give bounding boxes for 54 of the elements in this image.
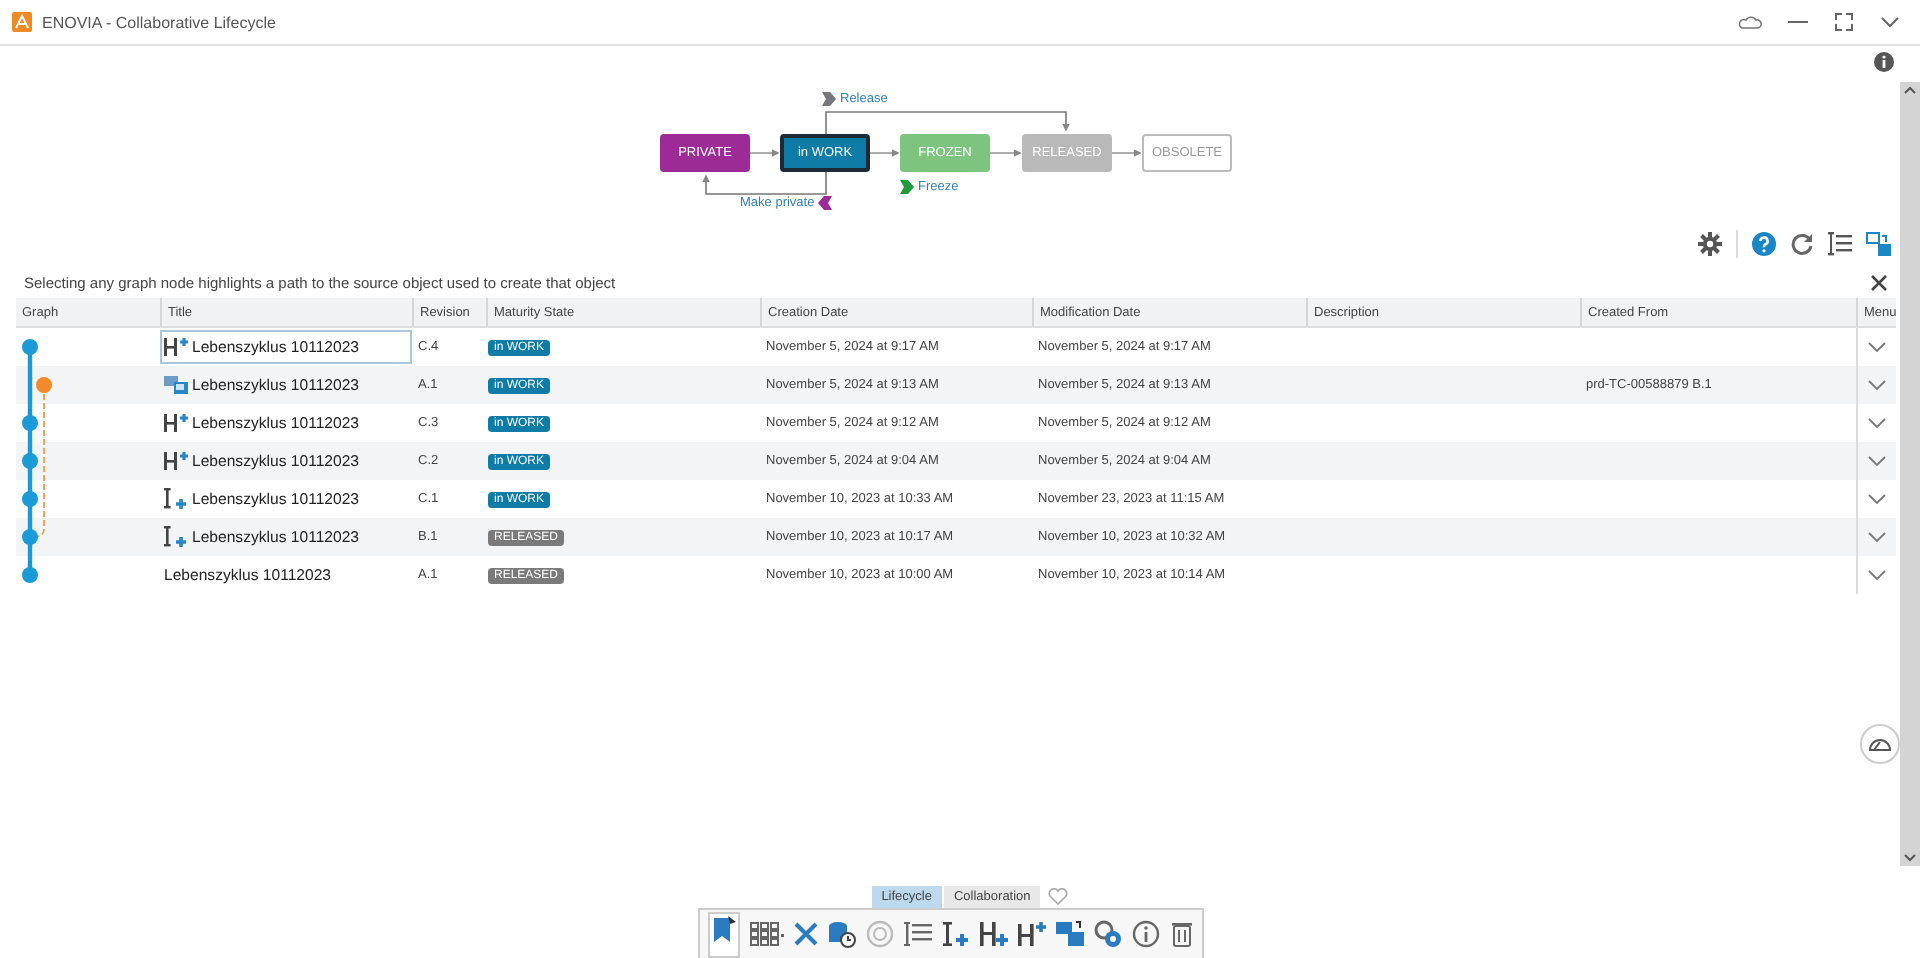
replace-icon [164, 374, 188, 396]
list-tree-icon[interactable] [1828, 232, 1852, 256]
grid-icon[interactable] [749, 920, 783, 948]
gauge-icon [1868, 736, 1892, 752]
part-add-icon[interactable] [941, 920, 969, 948]
chevron-down-icon[interactable] [1880, 16, 1900, 28]
graph-node[interactable] [22, 491, 38, 507]
graph-node[interactable] [22, 567, 38, 583]
part-icon [164, 526, 188, 548]
transition-arrow [869, 149, 900, 157]
graph-node[interactable] [22, 415, 38, 431]
graph-node[interactable] [22, 453, 38, 469]
info-icon[interactable] [1874, 52, 1894, 72]
list-tree-icon[interactable] [903, 920, 931, 948]
hierarchy-icon [164, 336, 188, 358]
chevron-down-icon[interactable] [1868, 532, 1886, 542]
database-clock-icon[interactable] [827, 920, 855, 948]
hierarchy-icon [164, 450, 188, 472]
app-logo-icon [12, 12, 32, 32]
refresh-icon[interactable] [1790, 232, 1814, 256]
hierarchy-add-icon[interactable] [979, 920, 1007, 948]
chevron-down-icon[interactable] [1868, 570, 1886, 580]
floating-button[interactable] [1860, 724, 1900, 764]
scrollbar[interactable] [1900, 82, 1920, 866]
chevron-down-icon[interactable] [1868, 418, 1886, 428]
close-icon[interactable] [1870, 273, 1888, 291]
help-icon[interactable] [1752, 232, 1776, 256]
window-title: ENOVIA - Collaborative Lifecycle [42, 13, 276, 31]
graph-node[interactable] [36, 377, 52, 393]
hierarchy-plus-icon[interactable] [1017, 920, 1045, 948]
demote-connector [702, 171, 827, 195]
part-icon [164, 488, 188, 510]
trash-icon[interactable] [1169, 920, 1193, 948]
info-icon[interactable] [1131, 920, 1159, 948]
close-icon[interactable] [793, 922, 817, 946]
graph-node[interactable] [22, 339, 38, 355]
chevron-down-icon[interactable] [1868, 494, 1886, 504]
chevron-down-icon[interactable] [1868, 456, 1886, 466]
cloud-icon[interactable] [1738, 14, 1762, 30]
minimize-icon[interactable] [1788, 20, 1808, 24]
settings-icon[interactable] [1698, 232, 1722, 256]
bookmark-icon[interactable] [711, 915, 735, 943]
graph-node[interactable] [22, 529, 38, 545]
transition-arrow [989, 149, 1022, 157]
hierarchy-icon [164, 412, 188, 434]
swap-icon[interactable] [1055, 920, 1083, 948]
maximize-icon[interactable] [1834, 12, 1854, 32]
chevron-down-icon[interactable] [1868, 342, 1886, 352]
chevron-down-icon[interactable] [1868, 380, 1886, 390]
transition-arrow [749, 149, 780, 157]
scroll-up-icon[interactable] [1904, 86, 1916, 94]
gears-icon[interactable] [1093, 920, 1121, 948]
scroll-down-icon[interactable] [1904, 854, 1916, 862]
transition-arrow [1111, 149, 1142, 157]
